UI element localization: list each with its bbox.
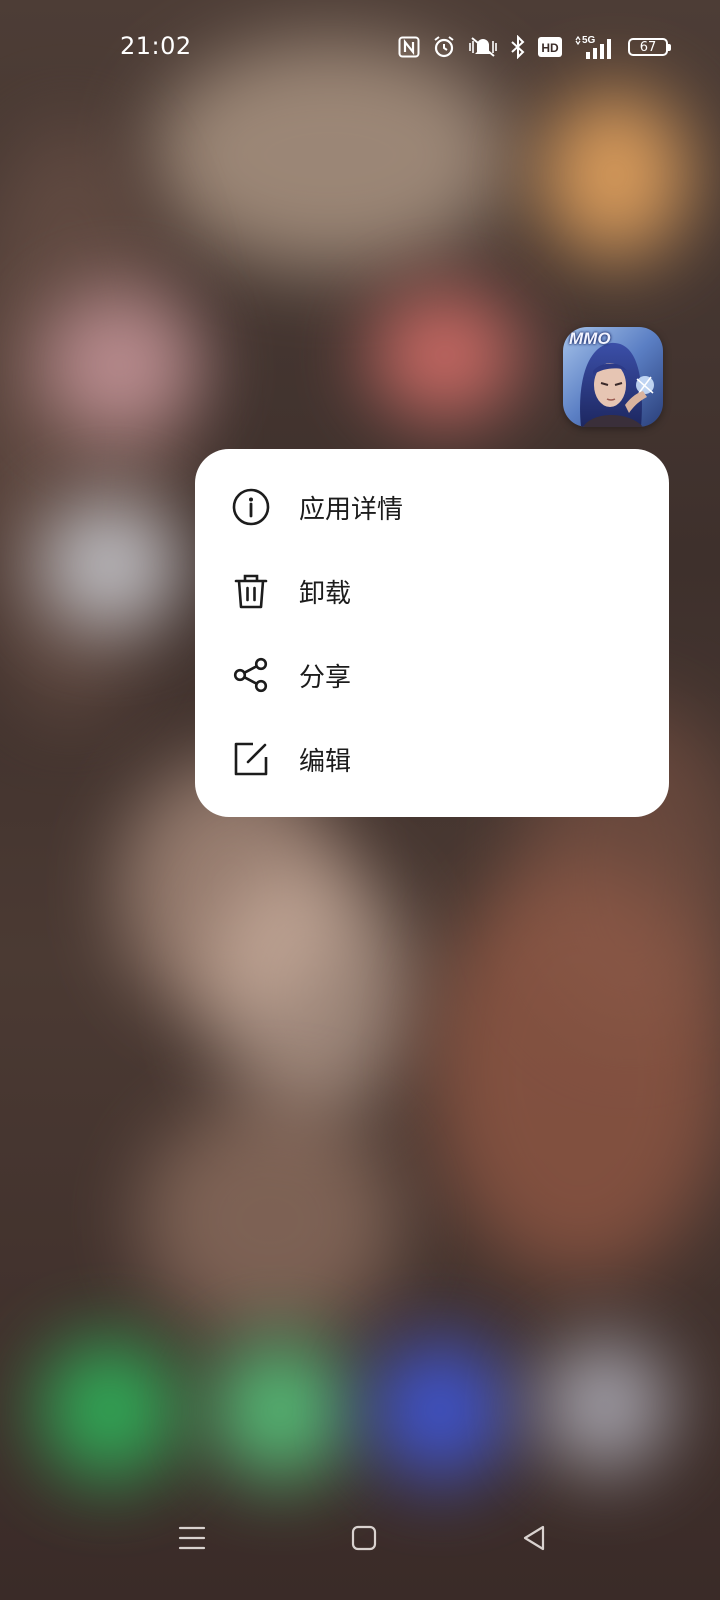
home-icon [351,1525,377,1551]
svg-text:5G: 5G [582,35,596,46]
app-icon-mmo-game[interactable]: MMO [563,327,663,427]
menu-item-label: 编辑 [299,746,352,777]
menu-item-label: 卸载 [299,578,352,609]
info-icon [231,487,271,527]
edit-icon [231,739,271,779]
vibrate-icon [468,36,498,58]
status-icons: HD 5G 67 [398,34,671,60]
bluetooth-icon [510,35,526,59]
signal-5g-icon: 5G [574,34,616,60]
back-button[interactable] [512,1516,556,1560]
menu-item-label: 应用详情 [299,494,404,525]
navigation-bar [0,1490,720,1600]
share-icon [231,655,271,695]
menu-item-share[interactable]: 分享 [195,633,669,717]
nfc-icon [398,36,420,58]
home-button[interactable] [342,1516,386,1560]
svg-text:HD: HD [541,41,559,55]
status-bar: 21:02 HD 5G 67 [0,0,720,96]
menu-icon [178,1526,206,1550]
app-context-menu: 应用详情 卸载 分享 编辑 [195,449,669,817]
menu-item-app-info[interactable]: 应用详情 [195,465,669,549]
menu-item-uninstall[interactable]: 卸载 [195,549,669,633]
app-icon-label: MMO [569,329,611,348]
recent-apps-button[interactable] [170,1516,214,1560]
menu-item-label: 分享 [299,662,352,693]
status-time: 21:02 [120,32,192,60]
back-icon [523,1525,545,1551]
hd-icon: HD [538,37,562,57]
battery-icon: 67 [628,38,671,56]
menu-item-edit[interactable]: 编辑 [195,717,669,801]
trash-icon [231,571,271,611]
alarm-icon [432,35,456,59]
